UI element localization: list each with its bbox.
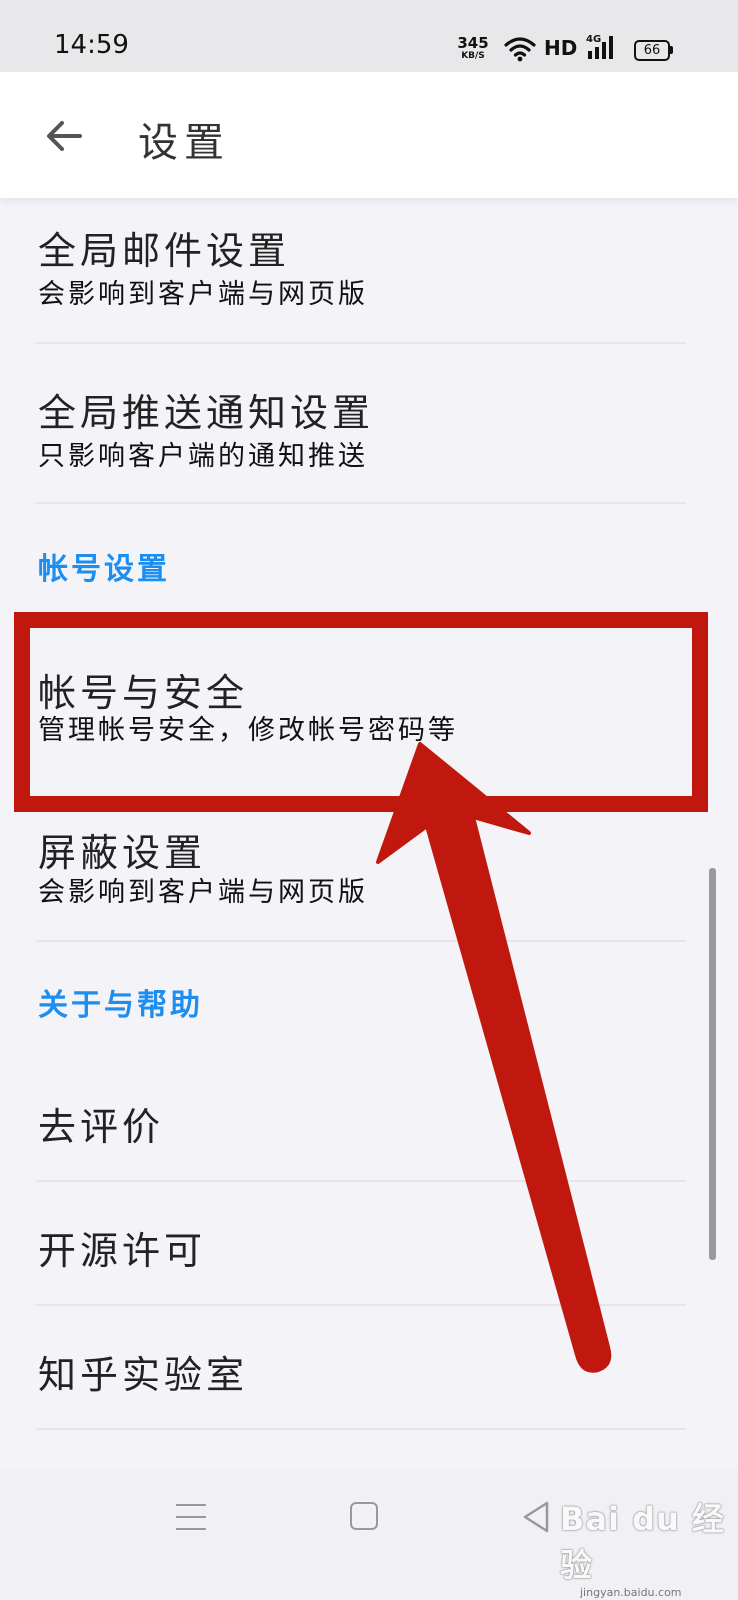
page-title: 设置 xyxy=(138,120,230,166)
setting-item-subtitle: 会影响到客户端与网页版 xyxy=(38,279,368,310)
watermark-brand: Bai du 经验 xyxy=(560,1500,725,1584)
section-header-account: 帐号设置 xyxy=(38,552,170,587)
signal-bars-icon xyxy=(588,36,613,59)
setting-item-block[interactable]: 屏蔽设置 会影响到客户端与网页版 xyxy=(0,796,738,938)
back-arrow-icon[interactable] xyxy=(42,114,86,158)
setting-item-subtitle: 会影响到客户端与网页版 xyxy=(38,877,368,908)
network-speed: 345 KB/S xyxy=(456,36,490,61)
scrollbar[interactable] xyxy=(709,868,716,1260)
section-header-about: 关于与帮助 xyxy=(38,988,203,1023)
setting-item-title: 屏蔽设置 xyxy=(38,831,207,875)
wifi-icon xyxy=(504,37,536,62)
setting-item-rate[interactable]: 去评价 xyxy=(0,1060,738,1180)
speed-value: 345 xyxy=(457,34,489,52)
divider xyxy=(36,940,686,942)
home-icon[interactable] xyxy=(350,1502,378,1530)
divider xyxy=(36,1428,686,1430)
setting-item-title: 知乎实验室 xyxy=(38,1353,249,1397)
setting-item-mail[interactable]: 全局邮件设置 会影响到客户端与网页版 xyxy=(0,200,738,342)
app-bar: 设置 xyxy=(0,72,738,198)
battery-cap xyxy=(670,46,673,54)
annotation-highlight-box xyxy=(14,612,708,812)
setting-item-lab[interactable]: 知乎实验室 xyxy=(0,1306,738,1428)
baidu-jingyan-watermark: Bai du 经验 jingyan.baidu.com xyxy=(560,1494,738,1599)
setting-item-title: 全局推送通知设置 xyxy=(38,391,375,435)
speed-unit: KB/S xyxy=(461,51,485,61)
menu-icon[interactable] xyxy=(176,1504,206,1532)
battery-icon: 66 xyxy=(634,40,670,61)
setting-item-license[interactable]: 开源许可 xyxy=(0,1182,738,1304)
divider xyxy=(36,502,686,504)
back-triangle-icon[interactable] xyxy=(520,1500,552,1534)
watermark-url: jingyan.baidu.com xyxy=(580,1586,682,1599)
setting-item-push[interactable]: 全局推送通知设置 只影响客户端的通知推送 xyxy=(0,346,738,502)
divider xyxy=(36,342,686,344)
setting-item-title: 开源许可 xyxy=(38,1229,207,1273)
hd-indicator: HD xyxy=(544,36,578,60)
status-time: 14:59 xyxy=(54,30,129,60)
status-bar: 14:59 345 KB/S HD 4G 66 xyxy=(0,0,738,72)
setting-item-title: 去评价 xyxy=(38,1105,165,1149)
setting-item-title: 全局邮件设置 xyxy=(38,229,291,273)
setting-item-subtitle: 只影响客户端的通知推送 xyxy=(38,441,368,472)
